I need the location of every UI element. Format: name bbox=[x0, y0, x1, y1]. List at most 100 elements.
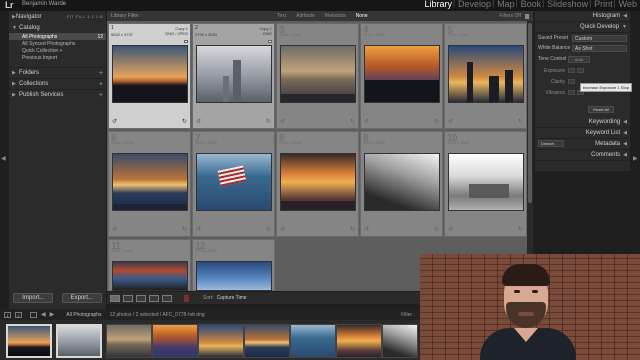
lock-icon[interactable] bbox=[525, 13, 529, 19]
rotate-right-icon[interactable]: ↻ bbox=[350, 118, 355, 125]
exposure-increase-button[interactable] bbox=[577, 68, 584, 73]
photo-thumbnail[interactable] bbox=[364, 153, 440, 211]
catalog-item-previous-import[interactable]: Previous Import bbox=[9, 54, 106, 61]
filter-none[interactable]: None bbox=[351, 13, 373, 19]
grid-cell[interactable]: 12 2700 x 1800 bbox=[192, 239, 275, 291]
navigator-zoom-modes[interactable]: FIT FILL 1:1 1:8 bbox=[67, 14, 103, 19]
photo-thumbnail[interactable] bbox=[448, 153, 524, 211]
publish-services-header[interactable]: ▶ Publish Services + bbox=[9, 89, 106, 100]
export-button[interactable]: Export... bbox=[61, 293, 102, 303]
grid-cell[interactable]: 1 5632 x 3737 Copy 1 DNG / JPEG ↺ ↻ bbox=[108, 23, 191, 129]
filmstrip-thumb[interactable] bbox=[56, 324, 102, 358]
right-panel-toggle-icon[interactable]: ▶ bbox=[633, 155, 638, 162]
photo-thumbnail[interactable] bbox=[364, 45, 440, 103]
module-map[interactable]: Map bbox=[492, 0, 518, 9]
metadata-preset-select[interactable]: Default bbox=[538, 140, 564, 147]
grid-cell[interactable]: 3 1440 x 1080 ↺ ↻ bbox=[276, 23, 359, 129]
photo-thumbnail[interactable] bbox=[112, 261, 188, 291]
keywording-header[interactable]: Keywording ◀ bbox=[535, 117, 630, 128]
grid-view-icon[interactable] bbox=[110, 294, 120, 302]
rotate-right-icon[interactable]: ↻ bbox=[182, 226, 187, 233]
photo-thumbnail[interactable] bbox=[196, 261, 272, 291]
filmstrip-thumb[interactable] bbox=[6, 324, 52, 358]
grid-cell[interactable]: 8 5760 x 3840 ↺ ↻ bbox=[276, 131, 359, 237]
rotate-right-icon[interactable]: ↻ bbox=[182, 118, 187, 125]
metadata-badge-icon[interactable] bbox=[184, 40, 188, 43]
rotate-right-icon[interactable]: ↻ bbox=[434, 118, 439, 125]
white-balance-select[interactable]: As Shot bbox=[572, 44, 627, 52]
exposure-decrease-button[interactable] bbox=[568, 68, 575, 73]
scrollbar-thumb[interactable] bbox=[528, 23, 532, 203]
import-button[interactable]: Import... bbox=[13, 293, 54, 303]
painter-spray-icon[interactable] bbox=[184, 294, 189, 302]
filter-text[interactable]: Text bbox=[272, 13, 291, 19]
rotate-right-icon[interactable]: ↻ bbox=[266, 226, 271, 233]
photo-thumbnail[interactable] bbox=[112, 45, 188, 103]
people-view-icon[interactable] bbox=[162, 294, 172, 302]
rotate-right-icon[interactable]: ↻ bbox=[266, 118, 271, 125]
grid-cell[interactable]: 11 3900 x 2600 bbox=[108, 239, 191, 291]
rotate-left-icon[interactable]: ↺ bbox=[196, 226, 201, 233]
nav-forward-icon[interactable]: ▶ bbox=[50, 311, 55, 318]
catalog-item-quick-collection[interactable]: Quick Collection + bbox=[9, 47, 106, 54]
keyword-list-header[interactable]: Keyword List ◀ bbox=[535, 128, 630, 139]
filmstrip-filter-label[interactable]: Filter : bbox=[401, 312, 420, 318]
loupe-view-icon[interactable] bbox=[123, 294, 133, 302]
grid-cell[interactable]: 2 2790 x 3024 Copy 1 DNG ↺ ↻ bbox=[192, 23, 275, 129]
sort-select[interactable]: Capture Time bbox=[217, 295, 247, 301]
photo-thumbnail[interactable] bbox=[112, 153, 188, 211]
folders-header[interactable]: ▶ Folders + bbox=[9, 67, 106, 78]
photo-thumbnail[interactable] bbox=[196, 153, 272, 211]
rotate-right-icon[interactable]: ↻ bbox=[350, 226, 355, 233]
grid-scrollbar[interactable] bbox=[527, 21, 533, 291]
monitor-1-icon[interactable]: 1 bbox=[4, 311, 11, 318]
grid-cell[interactable]: 10 3000 x 2000 ↺ ↻ bbox=[444, 131, 527, 237]
filters-off-dropdown[interactable]: Filters Off bbox=[499, 13, 525, 19]
saved-preset-select[interactable]: Custom bbox=[572, 34, 627, 42]
rotate-left-icon[interactable]: ↺ bbox=[280, 118, 285, 125]
comments-header[interactable]: Comments ◀ bbox=[535, 150, 630, 161]
quick-develop-header[interactable]: Quick Develop ▼ bbox=[535, 22, 630, 33]
photo-thumbnail[interactable] bbox=[280, 153, 356, 211]
collections-header[interactable]: ▶ Collections + bbox=[9, 78, 106, 89]
rotate-left-icon[interactable]: ↺ bbox=[112, 226, 117, 233]
photo-thumbnail[interactable] bbox=[196, 45, 272, 103]
rotate-left-icon[interactable]: ↺ bbox=[280, 226, 285, 233]
catalog-header[interactable]: ▼ Catalog bbox=[9, 22, 106, 33]
add-folder-icon[interactable]: + bbox=[99, 70, 103, 77]
reset-all-button[interactable]: Reset All bbox=[588, 106, 614, 113]
filmstrip-thumb[interactable] bbox=[290, 324, 336, 358]
filmstrip-thumb[interactable] bbox=[152, 324, 198, 358]
catalog-item-all-synced[interactable]: All Synced Photographs bbox=[9, 40, 106, 47]
filmstrip-thumb[interactable] bbox=[336, 324, 382, 358]
photo-thumbnail[interactable] bbox=[448, 45, 524, 103]
add-publish-service-icon[interactable]: + bbox=[99, 92, 103, 99]
rotate-right-icon[interactable]: ↻ bbox=[518, 226, 523, 233]
rotate-left-icon[interactable]: ↺ bbox=[448, 226, 453, 233]
module-print[interactable]: Print bbox=[589, 0, 616, 9]
grid-cell[interactable]: 4 1200 x 1080 ↺ ↻ bbox=[360, 23, 443, 129]
rotate-left-icon[interactable]: ↺ bbox=[364, 226, 369, 233]
grid-view-small-icon[interactable] bbox=[30, 311, 37, 318]
filter-attribute[interactable]: Attribute bbox=[291, 13, 320, 19]
survey-view-icon[interactable] bbox=[149, 294, 159, 302]
navigator-header[interactable]: ▶Navigator FIT FILL 1:1 1:8 bbox=[9, 11, 106, 22]
left-panel-toggle-icon[interactable]: ◀ bbox=[1, 155, 6, 162]
rotate-left-icon[interactable]: ↺ bbox=[112, 118, 117, 125]
grid-cell[interactable]: 5 1772 x 2657 ↺ ↻ bbox=[444, 23, 527, 129]
module-slideshow[interactable]: Slideshow bbox=[542, 0, 591, 9]
grid-cell[interactable]: 7 3400 x 3000 ↺ ↻ bbox=[192, 131, 275, 237]
rotate-left-icon[interactable]: ↺ bbox=[364, 118, 369, 125]
monitor-2-icon[interactable]: 2 bbox=[15, 311, 22, 318]
rotate-right-icon[interactable]: ↻ bbox=[518, 118, 523, 125]
nav-back-icon[interactable]: ◀ bbox=[41, 311, 46, 318]
photo-thumbnail[interactable] bbox=[280, 45, 356, 103]
grid-cell[interactable]: 6 4844 x 3495 ↺ ↻ bbox=[108, 131, 191, 237]
histogram-header[interactable]: Histogram ◀ bbox=[535, 11, 630, 22]
filmstrip-thumb[interactable] bbox=[198, 324, 244, 358]
rotate-left-icon[interactable]: ↺ bbox=[448, 118, 453, 125]
compare-view-icon[interactable] bbox=[136, 294, 146, 302]
filmstrip-thumb[interactable] bbox=[244, 324, 290, 358]
filmstrip-source[interactable]: All Photographs bbox=[66, 312, 101, 318]
vibrance-decrease-button[interactable] bbox=[568, 90, 575, 95]
